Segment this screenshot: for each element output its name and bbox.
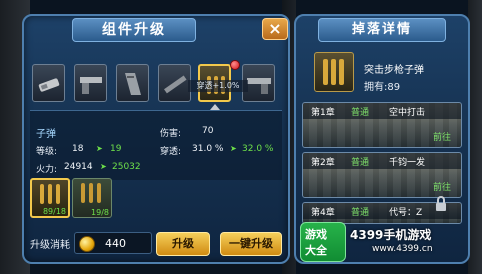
chapter-number: 第2章 xyxy=(311,158,335,168)
chapter-row-2[interactable]: 第2章 普通 千钧一发 前往 xyxy=(302,152,462,198)
firepower-up-arrow: ➤ xyxy=(100,162,107,171)
upgrade-cost-label: 升级消耗 xyxy=(30,240,70,251)
watermark-site-url: www.4399.cn xyxy=(372,244,433,254)
part-slot-pistol[interactable] xyxy=(74,64,107,102)
ammo-bullets-icon xyxy=(323,59,344,85)
magazine-icon xyxy=(125,73,141,95)
chapter-mode: 普通 xyxy=(351,158,370,168)
chapter-name: 空中打击 xyxy=(389,108,426,118)
lock-icon xyxy=(436,196,446,211)
chapter-number: 第1章 xyxy=(311,108,335,118)
damage-label: 伤害: xyxy=(160,129,182,139)
drop-item-name: 突击步枪子弹 xyxy=(364,65,424,76)
upgrade-cost-amount: 440 xyxy=(105,237,126,250)
upgrade-button[interactable]: 升级 xyxy=(156,232,210,256)
chapter-row-1[interactable]: 第1章 普通 空中打击 前往 xyxy=(302,102,462,148)
grip-icon xyxy=(247,78,271,94)
muzzle-icon xyxy=(38,78,60,92)
notification-dot xyxy=(230,60,240,70)
level-next: 19 xyxy=(110,144,122,154)
part-slot-barrel[interactable] xyxy=(158,64,191,102)
part-bonus-tooltip: 穿透+1.0% xyxy=(188,80,248,92)
chapter-mode: 普通 xyxy=(351,108,370,118)
ammo-slot-1[interactable]: 89/18 xyxy=(30,178,70,218)
firepower-next: 25032 xyxy=(112,162,141,172)
ammo-bullets-icon xyxy=(40,184,60,204)
upgrade-panel-title: 组件升级 xyxy=(72,18,196,42)
damage-value: 70 xyxy=(202,126,214,136)
drop-details-title: 掉落详情 xyxy=(318,18,446,42)
watermark-logo-line2: 大全 xyxy=(305,244,327,257)
ammo-bullets-icon xyxy=(81,183,101,203)
ammo-count-2: 19/8 xyxy=(91,208,109,217)
ammo-count-1: 89/18 xyxy=(42,207,66,216)
drop-item-owned: 拥有:89 xyxy=(364,82,401,93)
barrel-icon xyxy=(164,75,187,94)
chapter-number: 第4章 xyxy=(311,208,335,218)
pistol-icon xyxy=(80,77,102,94)
watermark-logo-line1: 游戏 xyxy=(305,228,327,241)
upgrade-cost-box: 440 xyxy=(74,232,152,254)
one-click-upgrade-button[interactable]: 一键升级 xyxy=(220,232,282,256)
chapter-go-link[interactable]: 前往 xyxy=(433,180,451,193)
level-current: 18 xyxy=(72,144,84,154)
item-name: 子弹 xyxy=(36,129,56,140)
level-up-arrow: ➤ xyxy=(96,144,103,153)
firepower-label: 火力: xyxy=(36,165,58,175)
level-label: 等级: xyxy=(36,147,58,157)
chapter-go-link[interactable]: 前往 xyxy=(433,130,451,143)
firepower-current: 24914 xyxy=(64,162,93,172)
gold-coin-icon xyxy=(79,236,95,252)
close-button[interactable]: × xyxy=(262,18,288,40)
right-background-edge xyxy=(468,0,482,274)
part-slot-muzzle[interactable] xyxy=(32,64,65,102)
chapter-mode: 普通 xyxy=(351,208,370,218)
watermark-site-title: 4399手机游戏 xyxy=(350,228,432,242)
chapter-name: 代号：Z xyxy=(389,208,423,218)
chapter-name: 千钧一发 xyxy=(389,158,426,168)
part-slot-magazine[interactable] xyxy=(116,64,149,102)
pierce-label: 穿透: xyxy=(160,147,182,157)
drop-item-slot xyxy=(314,52,354,92)
pierce-up-arrow: ➤ xyxy=(230,144,237,153)
pierce-current: 31.0 % xyxy=(192,144,224,154)
pierce-next: 32.0 % xyxy=(242,144,274,154)
ammo-slot-2[interactable]: 19/8 xyxy=(72,178,112,218)
